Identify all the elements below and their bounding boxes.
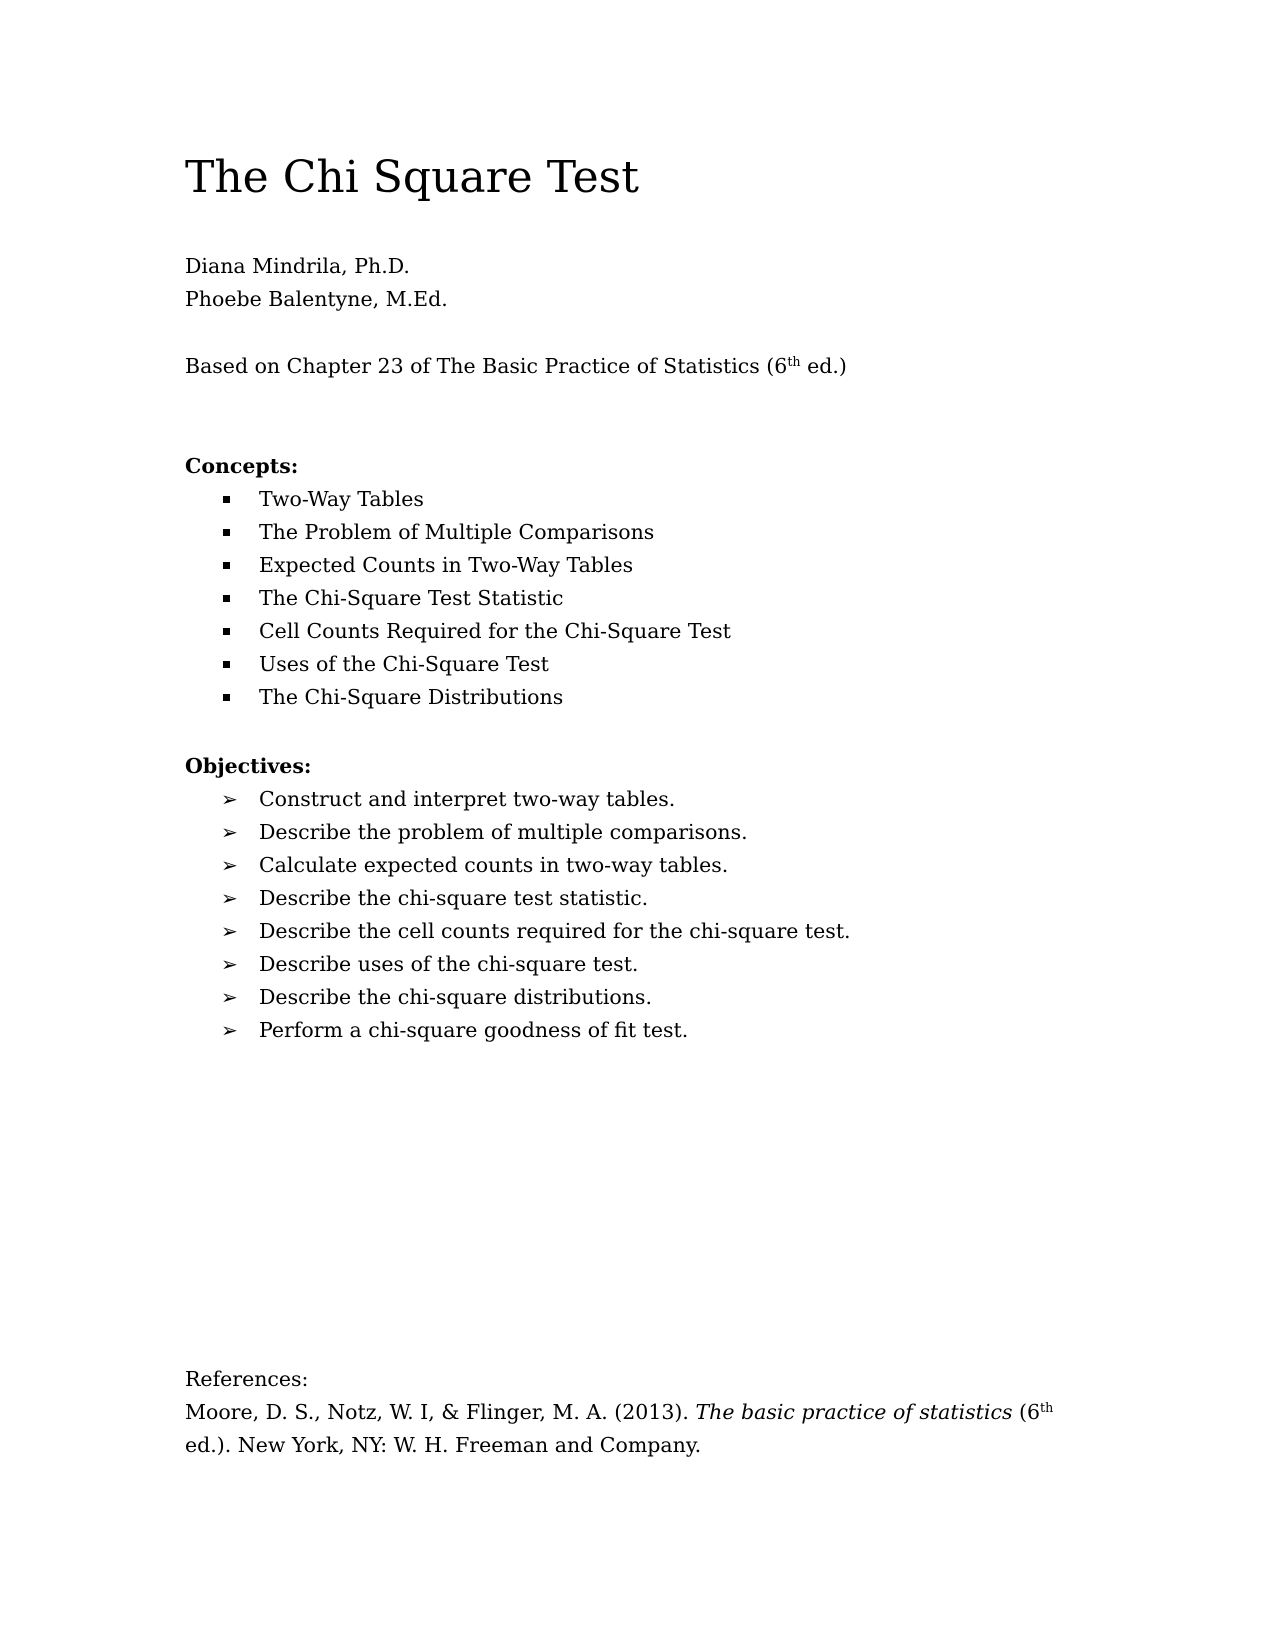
source-note-sup: th xyxy=(787,354,801,370)
reference-citation-line-2: ed.). New York, NY: W. H. Freeman and Co… xyxy=(185,1433,702,1457)
objectives-list: ➢ Construct and interpret two-way tables.… xyxy=(185,783,851,1047)
concept-item: The Chi-Square Test Statistic xyxy=(185,582,731,615)
concept-item: The Chi-Square Distributions xyxy=(185,681,731,714)
concept-item-text: Uses of the Chi-Square Test xyxy=(259,652,549,676)
reference-citation-line-1: Moore, D. S., Notz, W. I, & Flinger, M. … xyxy=(185,1396,1053,1429)
references-heading: References: xyxy=(185,1367,309,1391)
concept-item: Uses of the Chi-Square Test xyxy=(185,648,731,681)
objective-item: ➢ Describe the chi-square test statistic. xyxy=(185,882,851,915)
author-2: Phoebe Balentyne, M.Ed. xyxy=(185,287,448,311)
arrowhead-bullet-icon: ➢ xyxy=(221,952,238,976)
objective-item-text: Describe the problem of multiple compari… xyxy=(259,820,748,844)
concept-item-text: The Chi-Square Test Statistic xyxy=(259,586,564,610)
author-1: Diana Mindrila, Ph.D. xyxy=(185,254,410,278)
square-bullet-icon xyxy=(223,562,230,569)
square-bullet-icon xyxy=(223,496,230,503)
square-bullet-icon xyxy=(223,628,230,635)
document-title: The Chi Square Test xyxy=(185,152,639,203)
concepts-list: Two-Way Tables The Problem of Multiple Co… xyxy=(185,483,731,714)
arrowhead-bullet-icon: ➢ xyxy=(221,853,238,877)
arrowhead-bullet-icon: ➢ xyxy=(221,820,238,844)
arrowhead-bullet-icon: ➢ xyxy=(221,787,238,811)
square-bullet-icon xyxy=(223,529,230,536)
objective-item-text: Construct and interpret two-way tables. xyxy=(259,787,676,811)
citation-book-title: The basic practice of statistics xyxy=(695,1400,1013,1424)
concept-item: The Problem of Multiple Comparisons xyxy=(185,516,731,549)
source-note-prefix: Based on Chapter 23 of The Basic Practic… xyxy=(185,354,788,378)
concepts-heading: Concepts: xyxy=(185,454,299,478)
arrowhead-bullet-icon: ➢ xyxy=(221,985,238,1009)
citation-edition-sup: th xyxy=(1040,1400,1054,1416)
objective-item-text: Calculate expected counts in two-way tab… xyxy=(259,853,729,877)
citation-authors-year: Moore, D. S., Notz, W. I, & Flinger, M. … xyxy=(185,1400,696,1424)
objective-item-text: Describe uses of the chi-square test. xyxy=(259,952,639,976)
arrowhead-bullet-icon: ➢ xyxy=(221,919,238,943)
concept-item-text: Two-Way Tables xyxy=(259,487,424,511)
objective-item-text: Describe the chi-square distributions. xyxy=(259,985,652,1009)
arrowhead-bullet-icon: ➢ xyxy=(221,1018,238,1042)
arrowhead-bullet-icon: ➢ xyxy=(221,886,238,910)
objective-item: ➢ Construct and interpret two-way tables. xyxy=(185,783,851,816)
objective-item: ➢ Describe the cell counts required for t… xyxy=(185,915,851,948)
square-bullet-icon xyxy=(223,595,230,602)
objective-item: ➢ Perform a chi-square goodness of fit te… xyxy=(185,1014,851,1047)
concept-item-text: Expected Counts in Two-Way Tables xyxy=(259,553,634,577)
source-note-suffix: ed.) xyxy=(800,354,847,378)
objective-item-text: Describe the chi-square test statistic. xyxy=(259,886,649,910)
objective-item: ➢ Describe uses of the chi-square test. xyxy=(185,948,851,981)
concept-item-text: The Chi-Square Distributions xyxy=(259,685,564,709)
objective-item: ➢ Describe the chi-square distributions. xyxy=(185,981,851,1014)
objective-item: ➢ Describe the problem of multiple compar… xyxy=(185,816,851,849)
objective-item: ➢ Calculate expected counts in two-way ta… xyxy=(185,849,851,882)
objective-item-text: Perform a chi-square goodness of fit tes… xyxy=(259,1018,689,1042)
concept-item: Cell Counts Required for the Chi-Square … xyxy=(185,615,731,648)
objective-item-text: Describe the cell counts required for th… xyxy=(259,919,851,943)
square-bullet-icon xyxy=(223,661,230,668)
citation-edition: (6 xyxy=(1012,1400,1041,1424)
concept-item: Expected Counts in Two-Way Tables xyxy=(185,549,731,582)
concept-item-text: The Problem of Multiple Comparisons xyxy=(259,520,655,544)
square-bullet-icon xyxy=(223,694,230,701)
objectives-heading: Objectives: xyxy=(185,754,312,778)
concept-item: Two-Way Tables xyxy=(185,483,731,516)
concept-item-text: Cell Counts Required for the Chi-Square … xyxy=(259,619,731,643)
source-note: Based on Chapter 23 of The Basic Practic… xyxy=(185,350,847,383)
